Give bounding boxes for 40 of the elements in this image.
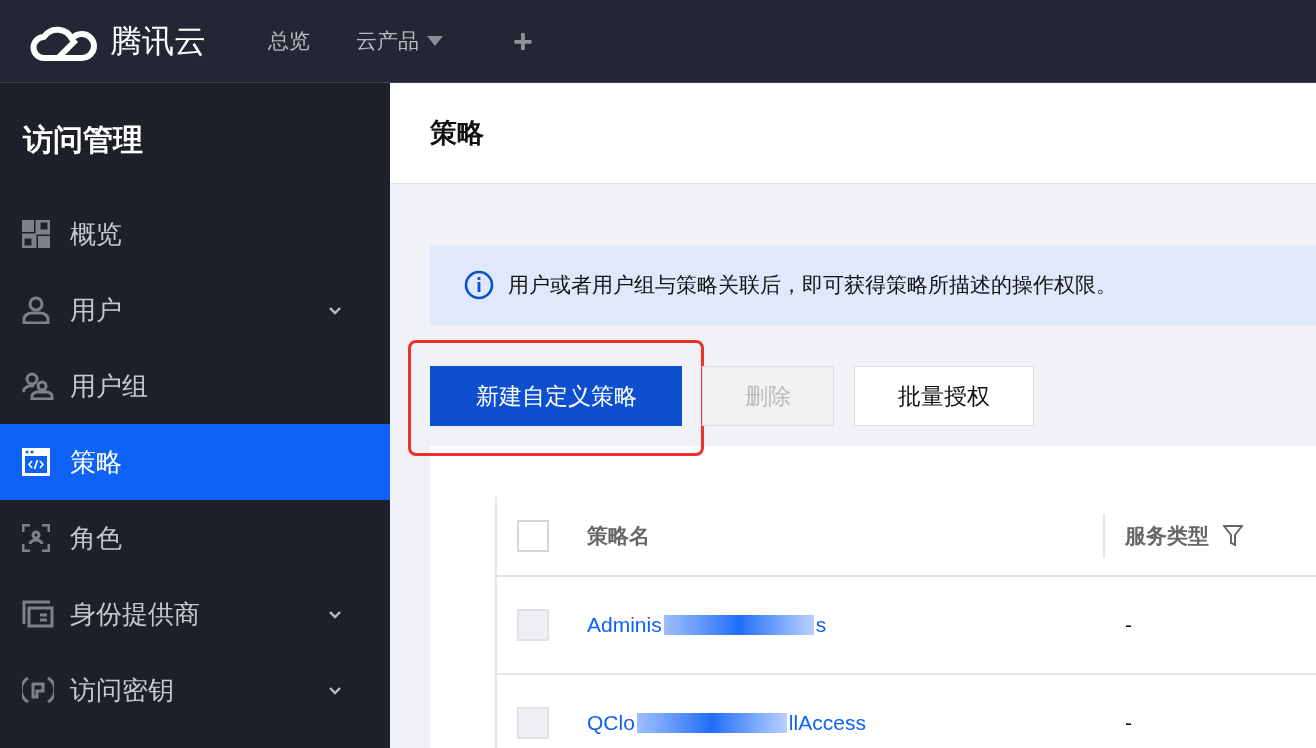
chevron-down-icon — [328, 609, 342, 619]
grid-icon — [22, 220, 50, 248]
sidebar-item[interactable]: 用户 — [0, 272, 390, 348]
nav-link[interactable]: 总览 — [268, 25, 310, 57]
checkbox[interactable] — [517, 609, 549, 641]
table-cell-text: - — [1125, 612, 1132, 639]
sidebar-title: 访问管理 — [21, 122, 144, 158]
stacked-cards-icon — [22, 600, 54, 628]
checkbox[interactable] — [517, 707, 549, 739]
action-button[interactable]: 新建自定义策略 — [430, 366, 682, 426]
sidebar-item[interactable]: 用户组 — [0, 348, 390, 424]
sidebar-item[interactable]: 身份提供商 — [0, 576, 390, 652]
page-title: 策略 — [430, 116, 484, 150]
column-header: 服务类型 — [1125, 523, 1209, 550]
user-icon — [22, 296, 50, 324]
select-all-checkbox[interactable] — [517, 520, 549, 552]
brand-name[interactable]: 腾讯云 — [110, 25, 206, 57]
policy-name-link[interactable]: Adminis — [587, 609, 662, 641]
sidebar-item[interactable]: 角色 — [0, 500, 390, 576]
user-group-icon — [22, 372, 54, 400]
sidebar-item[interactable]: 访问密钥 — [0, 652, 390, 728]
code-window-icon — [22, 448, 50, 476]
table-cell-text: - — [1125, 710, 1132, 737]
policy-name-link[interactable]: QClo — [587, 707, 635, 739]
policy-name-fragment: llAccess — [788, 710, 866, 737]
chevron-down-icon — [328, 305, 342, 315]
column-header: 策略名 — [587, 523, 650, 550]
key-icon — [22, 676, 54, 704]
chevron-down-icon — [328, 685, 342, 695]
add-button[interactable]: + — [513, 24, 533, 58]
info-icon — [464, 270, 494, 300]
policy-name-fragment: s — [815, 612, 827, 639]
nav-link[interactable]: 云产品 — [356, 25, 443, 57]
sidebar-item[interactable]: 概览 — [0, 196, 390, 272]
filter-icon[interactable] — [1223, 525, 1243, 547]
notice-text: 用户或者用户组与策略关联后，即可获得策略所描述的操作权限。 — [508, 272, 1117, 299]
person-frame-icon — [22, 524, 50, 552]
action-button[interactable]: 批量授权 — [854, 366, 1034, 426]
caret-down-icon — [427, 36, 443, 46]
sidebar-item[interactable]: 策略 — [0, 424, 390, 500]
